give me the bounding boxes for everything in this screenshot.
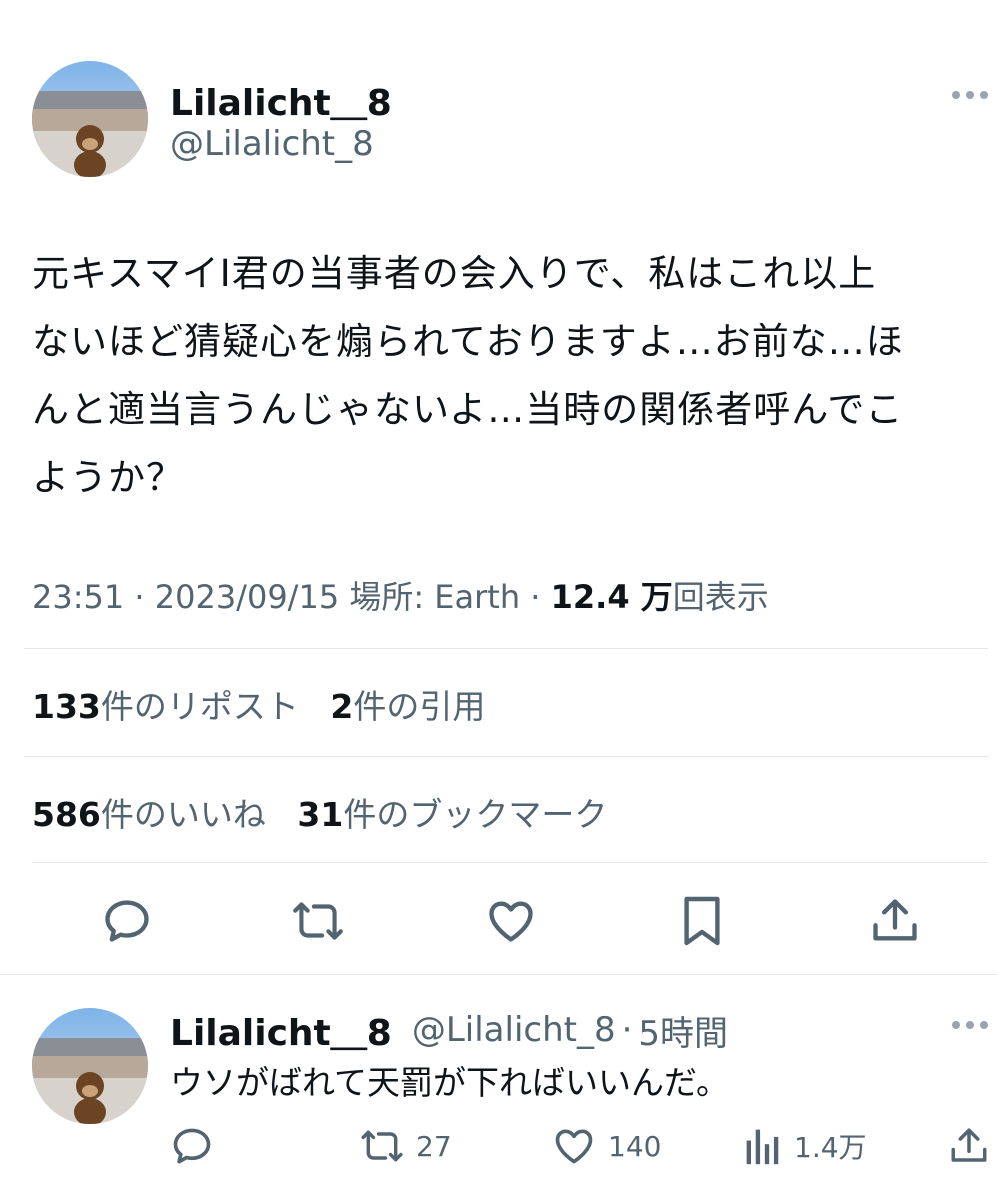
tweet-author-handle[interactable]: @Lilalicht_8: [170, 124, 374, 164]
repost-button[interactable]: [288, 892, 348, 950]
reply-share-button[interactable]: [948, 1124, 990, 1168]
tweet-date[interactable]: 2023/09/15: [155, 578, 339, 616]
share-icon: [951, 1128, 987, 1162]
reply-header: Lilalicht＿8 @Lilalicht_8 · 5時間: [170, 1004, 728, 1056]
reply-icon: [105, 900, 149, 942]
reposts-link[interactable]: 133件のリポスト: [32, 687, 299, 726]
reply-repost-count: 27: [416, 1129, 452, 1163]
reply-more-options-icon[interactable]: [952, 1021, 988, 1029]
reposts-count: 133: [32, 687, 101, 726]
reply-author-name[interactable]: Lilalicht＿8: [170, 1004, 392, 1056]
tweet-text: 元キスマイI君の当事者の会入りで、私はこれ以上 ないほど猜疑心を煽られております…: [32, 240, 982, 512]
tweet-time[interactable]: 23:51: [32, 578, 124, 616]
tweet-author-name[interactable]: Lilalicht＿8: [170, 74, 392, 126]
bookmarks-link[interactable]: 31件のブックマーク: [297, 795, 607, 834]
reply-reply-button[interactable]: [170, 1124, 214, 1168]
repost-icon: [361, 1130, 403, 1162]
reply-view-count: 1.4万: [794, 1131, 867, 1164]
tweet-meta: 23:51 · 2023/09/15 場所: Earth · 12.4 万回表示: [32, 572, 769, 618]
reply-author-handle[interactable]: @Lilalicht_8: [412, 1010, 616, 1050]
quotes-label: 件の引用: [353, 687, 486, 726]
avatar-image: [32, 1008, 148, 1124]
tweet-views-suffix: 回表示: [672, 578, 769, 616]
share-icon: [873, 899, 917, 941]
quotes-count: 2: [330, 687, 354, 726]
reply-time[interactable]: 5時間: [638, 1006, 728, 1055]
reply-avatar[interactable]: [32, 1008, 148, 1124]
likes-link[interactable]: 586件のいいね: [32, 795, 266, 834]
likes-count: 586: [32, 795, 101, 834]
divider: [24, 648, 988, 649]
tweet-location: 場所: Earth: [349, 578, 521, 616]
divider: [0, 974, 997, 975]
like-bookmark-stats: 586件のいいね 31件のブックマーク: [32, 788, 607, 836]
repost-icon: [293, 902, 343, 940]
bookmarks-label: 件のブックマーク: [343, 795, 608, 834]
avatar[interactable]: [32, 61, 148, 177]
reply-text: ウソがばれて天罰が下ればいいんだ。: [170, 1063, 730, 1102]
bookmarks-count: 31: [297, 795, 344, 834]
reply-button[interactable]: [98, 892, 156, 950]
tweet-text-line: んと適当言うんじゃないよ…当時の関係者呼んでこ: [32, 388, 904, 431]
quotes-link[interactable]: 2件の引用: [330, 687, 485, 726]
tweet-text-line: 元キスマイI君の当事者の会入りで、私はこれ以上: [32, 252, 877, 295]
reposts-label: 件のリポスト: [100, 687, 299, 726]
likes-label: 件のいいね: [100, 795, 266, 834]
views-icon: [746, 1129, 779, 1165]
like-icon: [555, 1129, 593, 1164]
bookmark-button[interactable]: [674, 892, 730, 950]
more-options-icon[interactable]: [952, 91, 988, 99]
bookmark-icon: [684, 896, 720, 946]
meta-separator: ·: [530, 578, 551, 616]
reply-time-separator: ·: [621, 1010, 633, 1050]
reply-icon: [173, 1128, 211, 1164]
repost-quote-stats: 133件のリポスト 2件の引用: [32, 680, 485, 728]
reply-like-count: 140: [608, 1129, 662, 1163]
tweet-views-value: 12.4 万: [550, 578, 673, 616]
avatar-image: [32, 61, 148, 177]
like-button[interactable]: [482, 892, 540, 950]
reply-repost-button[interactable]: 27: [358, 1124, 452, 1168]
meta-separator: ·: [134, 578, 155, 616]
like-icon: [489, 901, 533, 942]
reply-like-button[interactable]: 140: [552, 1124, 661, 1168]
tweet-text-line: ようか？: [32, 456, 184, 499]
divider: [24, 756, 988, 757]
reply-views-button[interactable]: 1.4万: [744, 1124, 867, 1168]
share-button[interactable]: [866, 892, 924, 950]
tweet-text-line: ないほど猜疑心を煽られておりますよ…お前な…ほ: [32, 320, 904, 363]
divider: [32, 862, 988, 863]
